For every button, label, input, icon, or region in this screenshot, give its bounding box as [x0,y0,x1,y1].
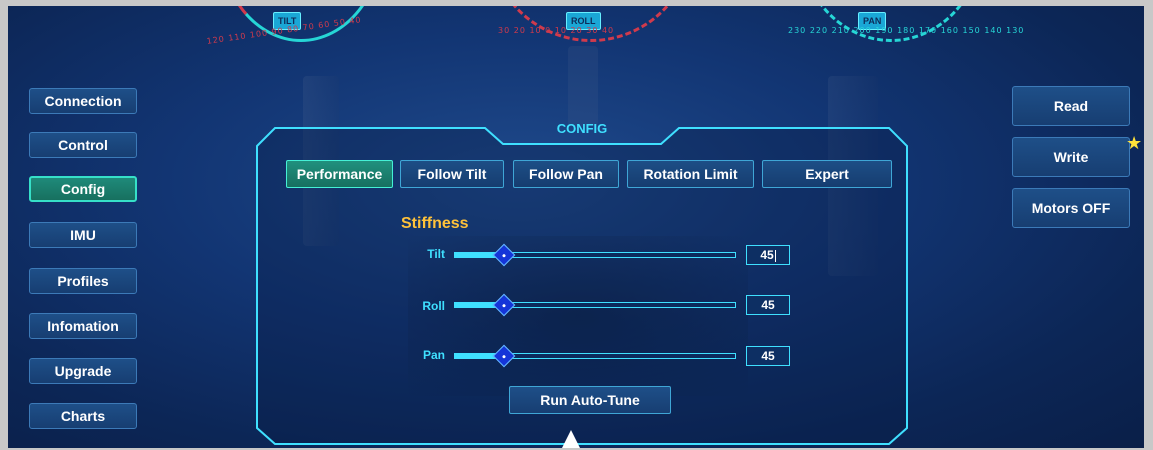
roll-slider-label: Roll [422,299,445,313]
pan-dial-ticks: 230 220 210 200 190 180 170 160 150 140 … [788,26,1025,35]
pan-dial [798,6,984,42]
nav-charts-button[interactable]: Charts [29,403,137,429]
run-auto-tune-button[interactable]: Run Auto-Tune [509,386,671,414]
read-button[interactable]: Read [1012,86,1130,126]
roll-value-input[interactable]: 45 [746,295,790,315]
tab-follow-tilt[interactable]: Follow Tilt [400,160,504,188]
tab-rotation-limit[interactable]: Rotation Limit [627,160,754,188]
nav-information-button[interactable]: Infomation [29,313,137,339]
star-indicator-icon: ★ [1126,133,1143,153]
motors-off-button[interactable]: Motors OFF [1012,188,1130,228]
background-gimbal-arm [568,46,598,126]
tab-performance[interactable]: Performance [286,160,393,188]
pan-slider-label: Pan [422,348,445,362]
config-panel-title: CONFIG [556,121,608,136]
nav-imu-button[interactable]: IMU [29,222,137,248]
nav-config-button[interactable]: Config [29,176,137,202]
write-button[interactable]: Write [1012,137,1130,177]
text-caret [774,249,776,262]
tilt-value-input[interactable]: 45 [746,245,790,265]
nav-profiles-button[interactable]: Profiles [29,268,137,294]
tilt-value-text: 45 [760,248,774,262]
mouse-pointer-icon [559,430,583,448]
pan-value-input[interactable]: 45 [746,346,790,366]
tilt-slider-label: Tilt [427,247,445,261]
config-panel: CONFIG Performance Follow Tilt Follow Pa… [255,121,909,446]
nav-connection-button[interactable]: Connection [29,88,137,114]
nav-upgrade-button[interactable]: Upgrade [29,358,137,384]
roll-dial-ticks: 30 20 10 0 10 20 30 40 [498,26,615,35]
stiffness-title: Stiffness [401,215,469,232]
tab-expert[interactable]: Expert [762,160,892,188]
nav-control-button[interactable]: Control [29,132,137,158]
tab-follow-pan[interactable]: Follow Pan [513,160,619,188]
app-window: TILT 120 110 100 90 80 70 60 50 40 ROLL … [8,6,1144,448]
